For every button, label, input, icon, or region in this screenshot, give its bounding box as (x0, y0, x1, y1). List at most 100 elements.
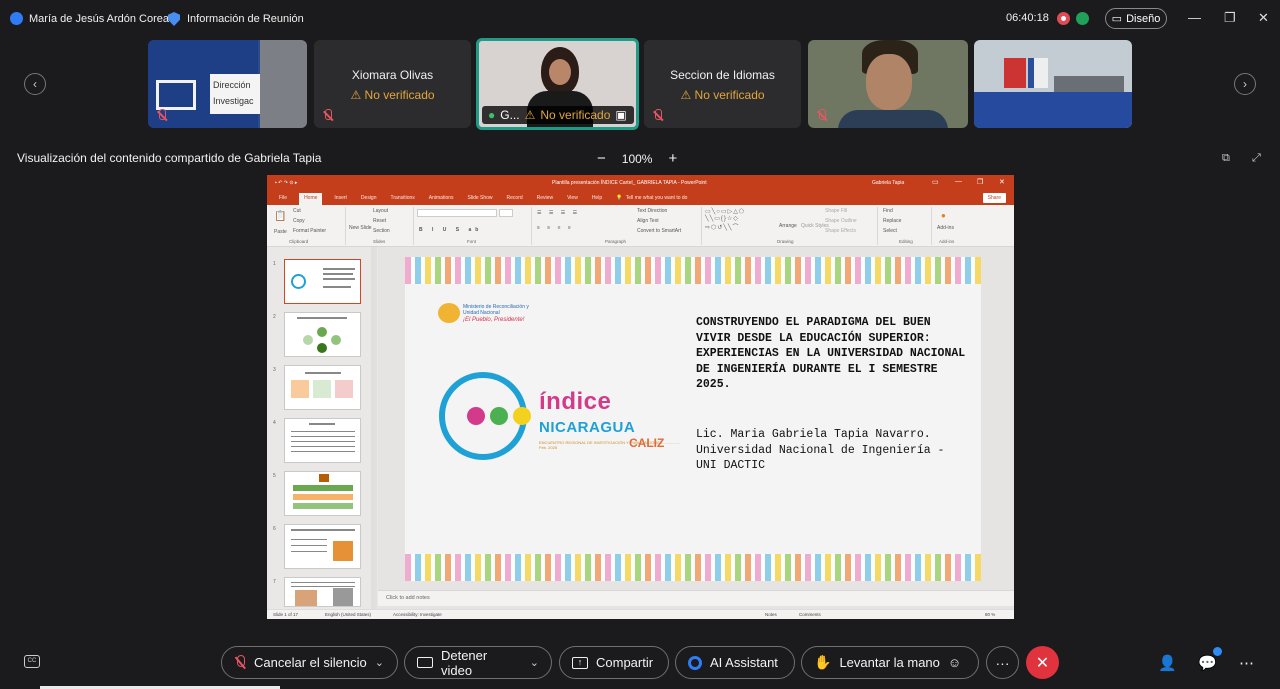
ai-assistant-button[interactable]: AI Assistant (675, 646, 795, 679)
participant-tile-video[interactable] (808, 40, 968, 128)
ppt-group-label: Clipboard (289, 239, 309, 244)
ministry-logo: Ministerio de Reconciliación y Unidad Na… (438, 301, 538, 327)
ppt-tab: Animations (428, 195, 454, 201)
mic-off-icon (816, 109, 828, 123)
raise-hand-label: Levantar la mano (839, 655, 940, 670)
fullscreen-icon[interactable]: ⤢ (1252, 152, 1261, 165)
share-button[interactable]: ↑ Compartir (559, 646, 669, 679)
slide-thumbnail (284, 471, 361, 516)
addins-icon: ● (941, 211, 946, 220)
ppt-find: Find (883, 208, 893, 214)
captions-icon[interactable]: CC (24, 655, 40, 668)
layout-button[interactable]: ▭ Diseño (1105, 8, 1167, 29)
camera-icon (417, 657, 433, 668)
meeting-info-label: Información de Reunión (187, 13, 304, 25)
ppt-layout: Layout (373, 208, 389, 214)
mic-off-icon (322, 109, 334, 123)
ppt-section: Section (373, 228, 390, 234)
raise-hand-button[interactable]: ✋ Levantar la mano ☺ (801, 646, 979, 679)
slide-author: Lic. Maria Gabriela Tapia Navarro. Unive… (696, 428, 945, 472)
ppt-text-direction: Text Direction (637, 208, 668, 214)
unverified-status: ⚠ No verificado (350, 88, 435, 102)
zoom-level: 100% (621, 151, 653, 166)
slide-number: 3 (273, 367, 276, 373)
indice-nicaragua-logo: índice NICARAGUA ENCUENTRO REGIONAL DE I… (439, 372, 689, 462)
slide-number: 4 (273, 420, 276, 426)
participant-tile[interactable]: Xiomara Olivas ⚠ No verificado (314, 40, 471, 128)
ppt-document-title: Plantilla presentación ÍNDICE Cartel_ GA… (552, 180, 707, 186)
maximize-icon[interactable]: ❐ (1224, 10, 1236, 26)
meeting-info-button[interactable]: Información de Reunión (168, 12, 304, 26)
minimize-icon[interactable]: — (1188, 10, 1201, 25)
layout-label: Diseño (1126, 12, 1161, 25)
mic-on-icon: ● (488, 108, 496, 122)
close-icon[interactable]: ✕ (1258, 10, 1269, 26)
stop-video-button[interactable]: Detener video ⌄ (404, 646, 552, 679)
ppt-align-text: Align Text (637, 218, 659, 224)
ppt-titlebar: ▪ ↶ ↷ ⊙ ▸ Plantilla presentación ÍNDICE … (267, 175, 1014, 191)
ppt-font-name-box (417, 209, 497, 217)
chat-icon[interactable]: 💬 (1198, 654, 1217, 672)
slide-number: 6 (273, 526, 276, 532)
participant-tile[interactable]: Seccion de Idiomas ⚠ No verificado (644, 40, 801, 128)
chevron-down-icon[interactable]: ⌄ (530, 656, 539, 669)
more-options-button[interactable]: ··· (986, 646, 1019, 679)
participant-tile-active[interactable]: ● G... ⚠ No verificado ▣ (476, 38, 639, 130)
unverified-status: No verificado (540, 108, 611, 122)
shared-powerpoint-window: ▪ ↶ ↷ ⊙ ▸ Plantilla presentación ÍNDICE … (267, 175, 1014, 619)
network-status-icon[interactable] (1076, 12, 1089, 25)
slide-decorative-border-bottom (405, 554, 981, 581)
leave-meeting-button[interactable]: ✕ (1026, 646, 1059, 679)
autosave-icon: ▪ ↶ ↷ ⊙ ▸ (275, 180, 298, 186)
slide-number: 1 (273, 261, 276, 267)
ppt-smartart: Convert to SmartArt (637, 228, 682, 234)
chevron-down-icon[interactable]: ⌄ (375, 656, 384, 669)
participant-tile-banner[interactable]: Dirección Investigac (148, 40, 307, 128)
ai-assistant-label: AI Assistant (710, 655, 778, 670)
slide-thumbnails-pane: 1 2 3 4 5 6 7 (267, 247, 378, 609)
reactions-icon[interactable]: ☺ (948, 655, 961, 670)
warning-icon: ⚠ (524, 108, 536, 122)
status-language: English (United States) (325, 612, 372, 617)
ppt-copy: Copy (293, 218, 305, 224)
unmute-button[interactable]: Cancelar el silencio ⌄ (221, 646, 398, 679)
ppt-tell-me: 💡 Tell me what you want to do (616, 195, 688, 201)
ppt-group-label: Font (467, 239, 477, 244)
ppt-ribbon: 📋 Paste Cut Copy Format Painter Clipboar… (267, 205, 1014, 247)
ppt-tab: Design (360, 195, 377, 201)
status-accessibility: Accessibility: Investigate (393, 612, 442, 617)
ppt-status-bar: Slide 1 of 17 English (United States) Ac… (267, 609, 1014, 619)
ppt-tab-active: Home (299, 193, 323, 205)
ppt-shape-fill: Shape Fill (825, 208, 848, 214)
host-name: María de Jesús Ardón Corea (29, 12, 170, 25)
participants-icon[interactable]: 👤 (1158, 654, 1177, 672)
ppt-reset: Reset (373, 218, 387, 224)
zoom-out-button[interactable]: − (597, 150, 606, 167)
slide-thumbnail (284, 365, 361, 410)
status-slide-count: Slide 1 of 17 (273, 612, 299, 617)
participant-name: G... (500, 108, 520, 122)
ppt-replace: Replace (883, 218, 902, 224)
shield-icon (168, 12, 180, 26)
ppt-ribbon-tabs: File Home Insert Design Transitions Anim… (267, 191, 1014, 205)
ppt-group-label: Add-ins (939, 239, 955, 244)
ppt-minimize-icon: — (955, 178, 962, 185)
strip-next-icon[interactable]: › (1234, 73, 1256, 95)
ppt-tab: Help (591, 195, 603, 201)
participant-tile-room[interactable] (974, 40, 1132, 128)
zoom-controls: − 100% + (597, 150, 677, 167)
slide-thumbnail (284, 418, 361, 463)
logo-word-nicaragua: NICARAGUA (539, 419, 636, 436)
share-screen-icon: ▣ (615, 108, 627, 122)
status-notes: Notes (765, 612, 777, 617)
recording-icon[interactable] (1057, 12, 1070, 25)
ppt-cut: Cut (293, 208, 301, 214)
strip-prev-icon[interactable]: ‹ (24, 73, 46, 95)
more-panels-icon[interactable]: ⋯ (1239, 654, 1254, 672)
caliz-logo: CALIZ (629, 436, 665, 450)
zoom-in-button[interactable]: + (668, 150, 677, 167)
slide-number: 5 (273, 473, 276, 479)
slide-editing-area: Ministerio de Reconciliación y Unidad Na… (378, 247, 1014, 609)
pop-out-icon[interactable]: ⧉ (1222, 152, 1230, 165)
logo-word-indice: índice (539, 388, 612, 415)
